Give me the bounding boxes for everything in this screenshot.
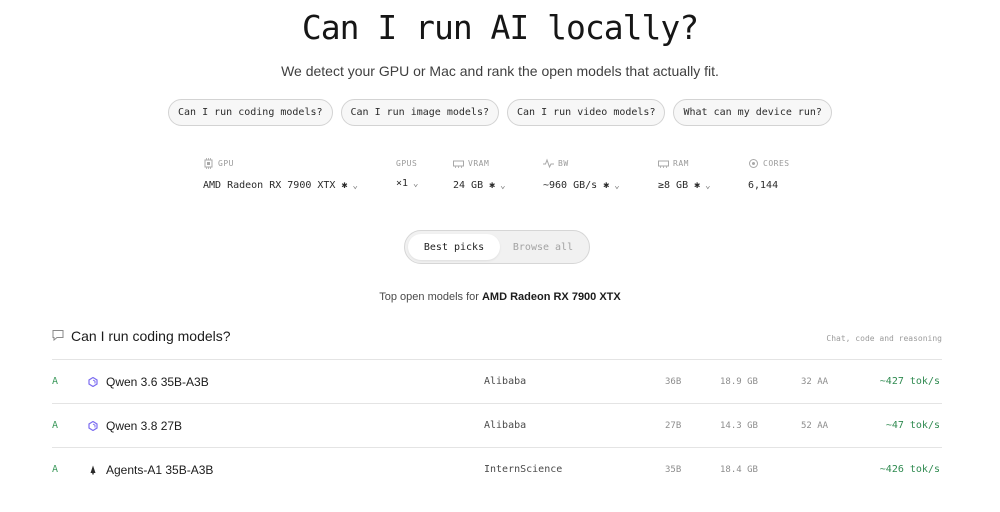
coding-models-section-header: Can I run coding models? Chat, code and … (52, 328, 942, 348)
best-picks-tab[interactable]: Best picks (408, 234, 500, 260)
qwen-logo-icon (87, 415, 99, 437)
divider (52, 359, 942, 360)
page-subtitle: We detect your GPU or Mac and rank the o… (281, 63, 719, 79)
cpu-icon (748, 158, 759, 169)
model-vendor: Alibaba (484, 420, 527, 431)
model-params: 36B (665, 377, 682, 387)
table-row[interactable]: A Qwen 3.6 35B-A3B Alibaba 36B 18.9 GB 3… (52, 371, 942, 393)
qwen-logo-icon (87, 371, 99, 393)
spec-ram: RAM ≥8 GB ✱ ⌄ (658, 156, 711, 191)
model-params: 35B (665, 465, 682, 475)
chevron-down-icon: ⌄ (705, 180, 711, 191)
spec-cores-value: 6,144 (748, 180, 779, 191)
top-models-caption: Top open models for AMD Radeon RX 7900 X… (0, 291, 1000, 303)
model-name: Agents-A1 35B-A3B (106, 463, 214, 477)
memory-icon (453, 158, 464, 169)
section-title: Can I run coding models? (71, 328, 231, 344)
top-models-prefix: Top open models for (379, 291, 482, 303)
spec-bw-label: BW (558, 158, 569, 168)
gpu-count-select[interactable]: ×1 ⌄ (396, 178, 418, 189)
model-params: 27B (665, 421, 682, 431)
spec-cores-label: CORES (763, 158, 790, 168)
view-toggle: Best picks Browse all (404, 230, 590, 264)
spec-vram-label: VRAM (468, 158, 490, 168)
table-row[interactable]: A Qwen 3.8 27B Alibaba 27B 14.3 GB 52 AA… (52, 415, 942, 437)
model-name: Qwen 3.6 35B-A3B (106, 375, 209, 389)
spec-gpu-label: GPU (218, 158, 234, 168)
spec-bw-value: ~960 GB/s ✱ (543, 180, 610, 191)
chip-video-models[interactable]: Can I run video models? (507, 99, 666, 126)
spec-gpu-value: AMD Radeon RX 7900 XTX ✱ (203, 180, 348, 191)
top-models-device: AMD Radeon RX 7900 XTX (481, 291, 621, 303)
section-note: Chat, code and reasoning (826, 334, 942, 343)
model-vendor: InternScience (484, 464, 563, 475)
model-speed: ~426 tok/s (879, 464, 940, 475)
browse-all-tab[interactable]: Browse all (500, 234, 586, 260)
ram-select[interactable]: ≥8 GB ✱ ⌄ (658, 180, 711, 191)
table-row[interactable]: A Agents-A1 35B-A3B InternScience 35B 18… (52, 459, 942, 481)
spec-gpus: GPUS ×1 ⌄ (396, 156, 418, 190)
model-aa-score: 52 AA (801, 421, 829, 431)
chevron-down-icon: ⌄ (500, 180, 506, 191)
memory-icon (658, 158, 669, 169)
spec-gpu: GPU AMD Radeon RX 7900 XTX ✱ ⌄ (203, 156, 358, 191)
chip-icon (203, 157, 214, 169)
spec-bw: BW ~960 GB/s ✱ ⌄ (543, 156, 620, 191)
quick-question-chips: Can I run coding models? Can I run image… (0, 99, 1000, 126)
model-vendor: Alibaba (484, 376, 527, 387)
model-aa-score: 32 AA (801, 377, 829, 387)
model-speed: ~427 tok/s (879, 376, 940, 387)
hardware-specs: GPU AMD Radeon RX 7900 XTX ✱ ⌄ GPUS ×1 ⌄… (0, 156, 1000, 196)
bandwidth-select[interactable]: ~960 GB/s ✱ ⌄ (543, 180, 620, 191)
chip-image-models[interactable]: Can I run image models? (340, 99, 499, 126)
model-name: Qwen 3.8 27B (106, 419, 183, 433)
spec-gpus-value: ×1 (396, 178, 409, 189)
gpu-select[interactable]: AMD Radeon RX 7900 XTX ✱ ⌄ (203, 180, 358, 191)
intern-logo-icon (87, 459, 99, 481)
model-size: 18.9 GB (720, 377, 758, 387)
spec-ram-value: ≥8 GB ✱ (658, 180, 701, 191)
vram-select[interactable]: 24 GB ✱ ⌄ (453, 180, 506, 191)
chevron-down-icon: ⌄ (614, 180, 620, 191)
model-size: 18.4 GB (720, 465, 758, 475)
divider (52, 447, 942, 448)
spec-vram: VRAM 24 GB ✱ ⌄ (453, 156, 506, 191)
model-size: 14.3 GB (720, 421, 758, 431)
spec-ram-label: RAM (673, 158, 689, 168)
model-speed: ~47 tok/s (885, 420, 940, 431)
chip-device-run[interactable]: What can my device run? (673, 99, 832, 126)
grade-badge: A (52, 420, 59, 431)
divider (52, 403, 942, 404)
chip-coding-models[interactable]: Can I run coding models? (168, 99, 333, 126)
grade-badge: A (52, 464, 59, 475)
spec-gpus-label: GPUS (396, 158, 418, 168)
grade-badge: A (52, 376, 59, 387)
spec-vram-value: 24 GB ✱ (453, 180, 496, 191)
chat-bubble-icon (52, 328, 64, 344)
chevron-down-icon: ⌄ (352, 180, 358, 191)
page-title: Can I run AI locally? (301, 8, 699, 47)
cores-value: 6,144 (748, 180, 790, 191)
pulse-icon (543, 158, 554, 169)
spec-cores: CORES 6,144 (748, 156, 790, 191)
chevron-down-icon: ⌄ (413, 178, 419, 189)
